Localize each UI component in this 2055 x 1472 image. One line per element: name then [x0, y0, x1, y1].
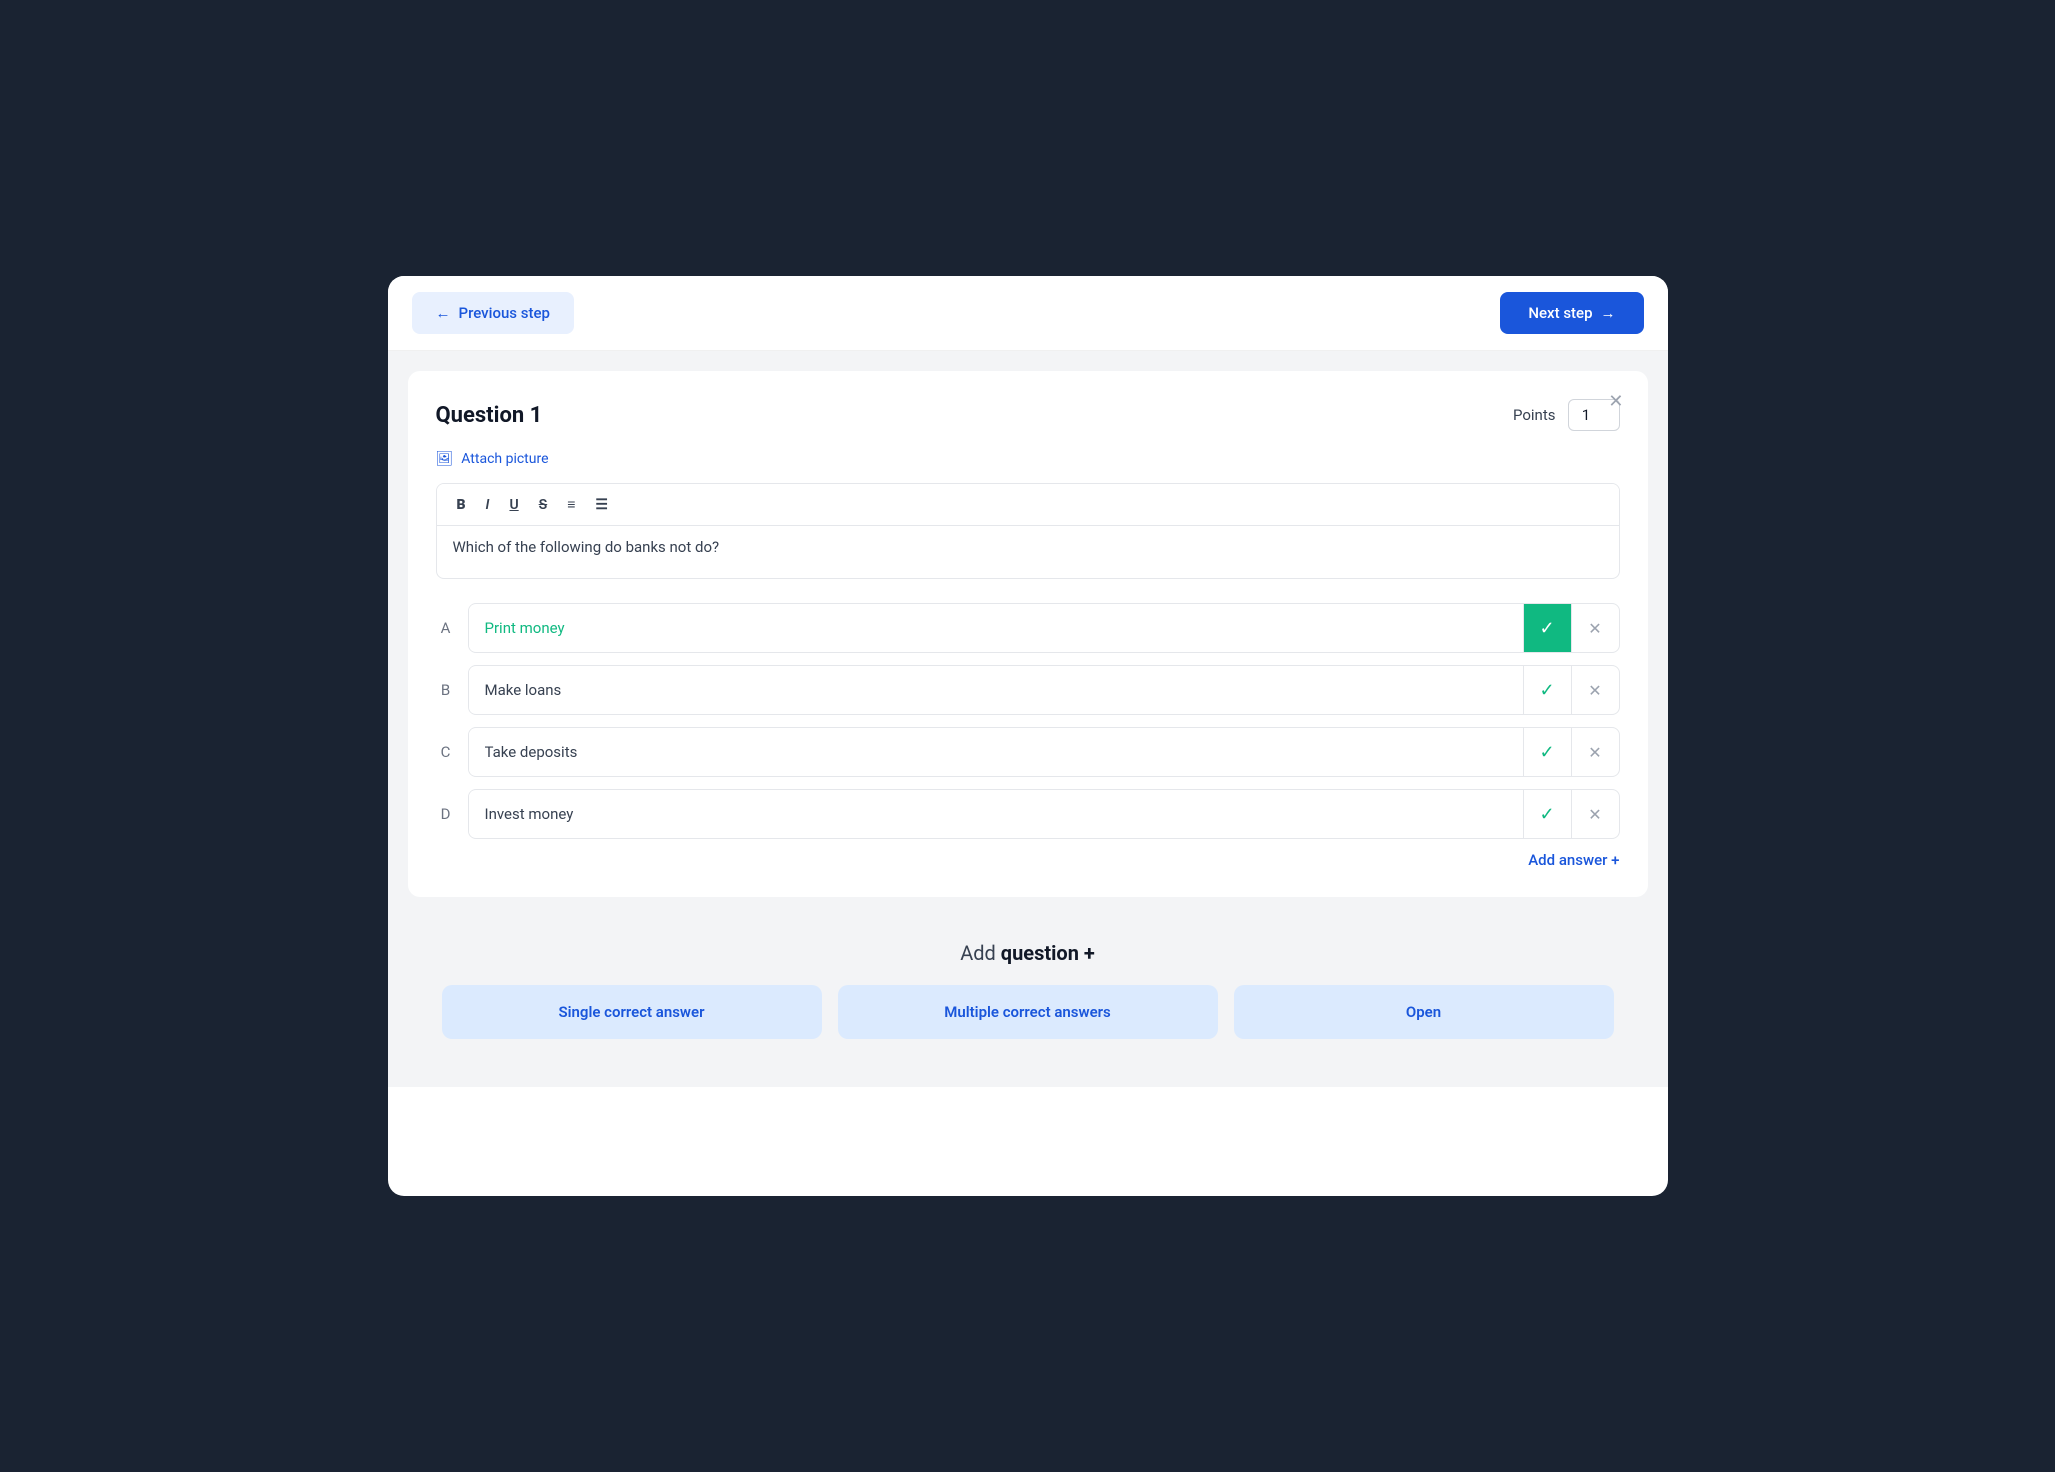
question-text-content[interactable]: Which of the following do banks not do?: [437, 526, 1619, 578]
delete-button-a[interactable]: ✕: [1571, 604, 1619, 652]
strikethrough-button[interactable]: S: [531, 492, 556, 517]
bold-button[interactable]: B: [449, 492, 474, 517]
check-button-c[interactable]: ✓: [1523, 728, 1571, 776]
delete-button-c[interactable]: ✕: [1571, 728, 1619, 776]
answer-letter-b: B: [436, 681, 456, 699]
italic-button[interactable]: I: [478, 492, 498, 517]
open-question-button[interactable]: Open: [1234, 985, 1614, 1039]
add-answer-button[interactable]: Add answer +: [1528, 851, 1619, 869]
add-question-section: Add question + Single correct answer Mul…: [408, 913, 1648, 1067]
next-step-label: Next step: [1528, 304, 1592, 322]
image-icon: 🖼: [436, 451, 454, 467]
main-container: ← Previous step Next step → ✕ Question 1…: [388, 276, 1668, 1196]
single-correct-answer-button[interactable]: Single correct answer: [442, 985, 822, 1039]
answer-input-a[interactable]: [469, 605, 1523, 651]
editor-toolbar: B I U S ≡ ☰: [437, 484, 1619, 526]
single-correct-answer-label: Single correct answer: [559, 1003, 705, 1021]
points-label: Points: [1513, 406, 1556, 424]
prev-step-button[interactable]: ← Previous step: [412, 292, 574, 334]
add-question-strong: question +: [1001, 941, 1095, 965]
question-header: Question 1 Points: [436, 399, 1620, 431]
ordered-list-button[interactable]: ≡: [559, 492, 583, 517]
multiple-correct-answers-button[interactable]: Multiple correct answers: [838, 985, 1218, 1039]
answer-input-c[interactable]: [469, 729, 1523, 775]
question-type-buttons: Single correct answer Multiple correct a…: [436, 985, 1620, 1039]
answer-letter-d: D: [436, 805, 456, 823]
delete-button-b[interactable]: ✕: [1571, 666, 1619, 714]
content-area: ✕ Question 1 Points 🖼 Attach picture B I: [388, 351, 1668, 1087]
check-button-a[interactable]: ✓: [1523, 604, 1571, 652]
answer-input-wrapper-c: ✓ ✕: [468, 727, 1620, 777]
answer-row-d: D ✓ ✕: [436, 789, 1620, 839]
answer-input-b[interactable]: [469, 667, 1523, 713]
add-answer-row: Add answer +: [436, 851, 1620, 869]
delete-button-d[interactable]: ✕: [1571, 790, 1619, 838]
attach-picture-label: Attach picture: [461, 451, 548, 467]
header: ← Previous step Next step →: [388, 276, 1668, 351]
attach-picture-button[interactable]: 🖼 Attach picture: [436, 451, 1620, 467]
answer-input-wrapper-d: ✓ ✕: [468, 789, 1620, 839]
close-button[interactable]: ✕: [1600, 387, 1631, 416]
question-card: ✕ Question 1 Points 🖼 Attach picture B I: [408, 371, 1648, 897]
prev-step-label: Previous step: [459, 304, 550, 322]
check-button-b[interactable]: ✓: [1523, 666, 1571, 714]
question-title: Question 1: [436, 403, 543, 428]
multiple-correct-answers-label: Multiple correct answers: [944, 1003, 1111, 1021]
text-editor: B I U S ≡ ☰ Which of the following do ba…: [436, 483, 1620, 579]
open-question-label: Open: [1406, 1003, 1441, 1021]
check-button-d[interactable]: ✓: [1523, 790, 1571, 838]
add-question-title: Add question +: [436, 941, 1620, 965]
arrow-right-icon: →: [1601, 304, 1616, 322]
answer-row-a: A ✓ ✕: [436, 603, 1620, 653]
answer-row-b: B ✓ ✕: [436, 665, 1620, 715]
answer-letter-a: A: [436, 619, 456, 637]
add-question-prefix: Add: [960, 941, 1001, 965]
answer-input-wrapper-b: ✓ ✕: [468, 665, 1620, 715]
answer-input-d[interactable]: [469, 791, 1523, 837]
next-step-button[interactable]: Next step →: [1500, 292, 1643, 334]
arrow-left-icon: ←: [436, 304, 451, 322]
underline-button[interactable]: U: [501, 492, 526, 517]
answer-input-wrapper-a: ✓ ✕: [468, 603, 1620, 653]
answer-row-c: C ✓ ✕: [436, 727, 1620, 777]
answer-letter-c: C: [436, 743, 456, 761]
unordered-list-button[interactable]: ☰: [587, 492, 616, 517]
